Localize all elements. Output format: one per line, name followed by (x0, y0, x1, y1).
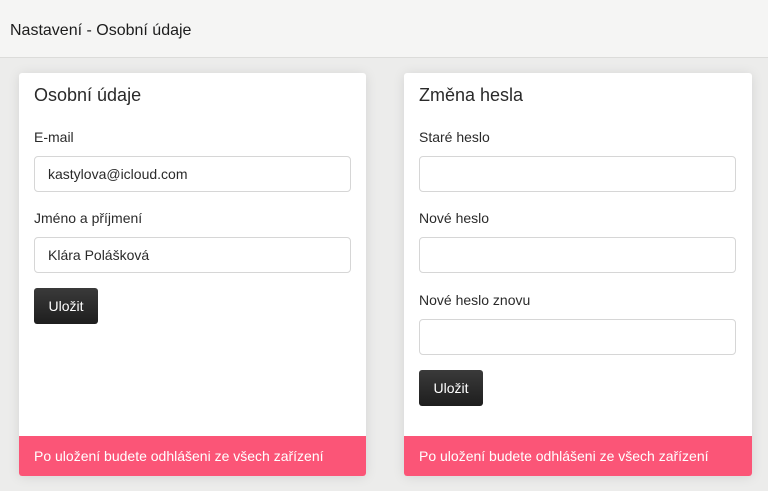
personal-info-card: Osobní údaje E-mail Jméno a příjmení Ulo… (19, 73, 366, 476)
full-name-label: Jméno a příjmení (34, 210, 143, 226)
page-title: Nastavení - Osobní údaje (10, 22, 192, 39)
email-label: E-mail (34, 129, 74, 145)
full-name-field[interactable] (34, 237, 351, 273)
old-password-label: Staré heslo (419, 129, 490, 145)
personal-info-title: Osobní údaje (34, 85, 142, 105)
top-bar: Nastavení - Osobní údaje (0, 0, 768, 58)
new-password-field[interactable] (419, 237, 736, 273)
email-field[interactable] (34, 156, 351, 192)
repeat-password-label: Nové heslo znovu (419, 292, 531, 308)
old-password-field[interactable] (419, 156, 736, 192)
save-personal-button[interactable]: Uložit (34, 288, 98, 324)
password-change-card: Změna hesla Staré heslo Nové heslo Nové … (404, 73, 752, 476)
new-password-label: Nové heslo (419, 210, 490, 226)
save-password-button[interactable]: Uložit (419, 370, 483, 406)
logout-warning-banner: Po uložení budete odhlášeni ze všech zař… (404, 436, 752, 476)
password-change-title: Změna hesla (419, 85, 524, 105)
logout-warning-banner: Po uložení budete odhlášeni ze všech zař… (19, 436, 366, 476)
repeat-password-field[interactable] (419, 319, 736, 355)
